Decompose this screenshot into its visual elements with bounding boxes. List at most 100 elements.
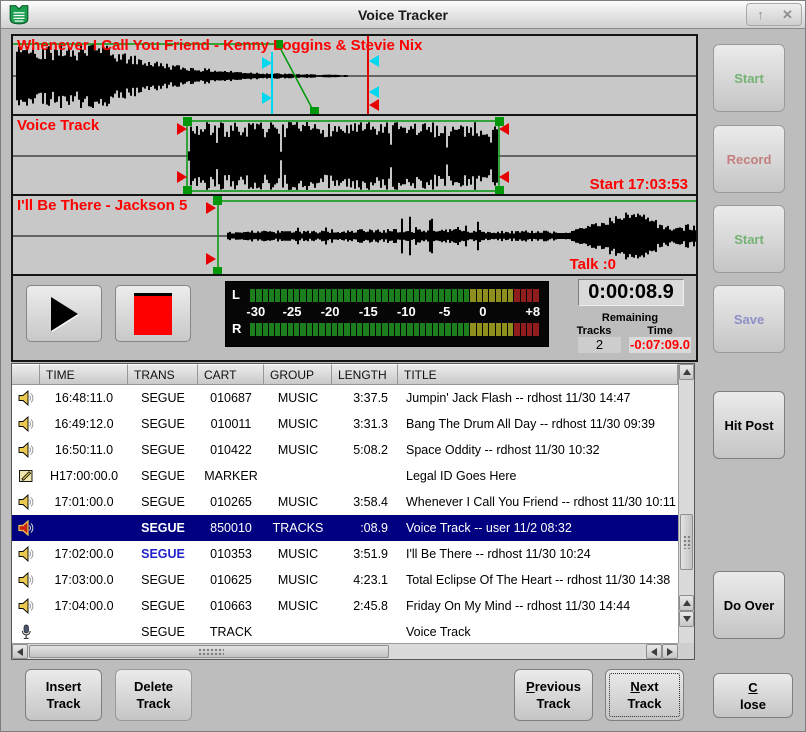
vertical-scrollbar[interactable] [678, 364, 694, 643]
table-row[interactable]: 16:49:12.0 SEGUE 010011 MUSIC 3:31.3 Ban… [12, 411, 678, 437]
row-time: 16:50:11.0 [40, 443, 128, 457]
row-time: H17:00:00.0 [40, 469, 128, 483]
row-length: 3:31.3 [332, 417, 398, 431]
column-header-icon[interactable] [12, 364, 40, 385]
arrow-left-icon [17, 648, 23, 656]
arrow-up-icon [683, 369, 691, 375]
meter-left-label: L [232, 287, 248, 303]
row-group: MUSIC [264, 547, 332, 561]
row-time: 17:04:00.0 [40, 599, 128, 613]
row-trans: SEGUE [128, 521, 198, 535]
meter-left-strip [250, 287, 540, 303]
column-header-title[interactable]: TITLE [398, 364, 678, 385]
do-over-button[interactable]: Do Over [713, 571, 785, 639]
column-header-time[interactable]: TIME [40, 364, 128, 385]
track-waveform-3[interactable]: I'll Be There - Jackson 5 Talk :0 [13, 196, 696, 276]
play-button[interactable] [26, 285, 102, 342]
log-table-header: TIMETRANSCARTGROUPLENGTHTITLE [12, 364, 678, 385]
insert-track-button[interactable]: Insert Track [25, 669, 102, 721]
row-trans: SEGUE [128, 625, 198, 639]
scroll-right-button[interactable] [662, 644, 678, 659]
insert-track-line2: Track [47, 695, 81, 712]
scrollbar-corner [678, 643, 694, 659]
previous-track-line2: Track [537, 695, 571, 712]
time-remaining-value: -0:07:09.0 [629, 337, 691, 353]
horizontal-scrollbar[interactable] [12, 643, 678, 659]
row-title: Jumpin' Jack Flash -- rdhost 11/30 14:47 [398, 391, 678, 405]
delete-track-button[interactable]: Delete Track [115, 669, 192, 721]
table-row[interactable]: 17:04:00.0 SEGUE 010663 MUSIC 2:45.8 Fri… [12, 593, 678, 619]
table-row[interactable]: SEGUE TRACK Voice Track [12, 619, 678, 645]
row-length: 4:23.1 [332, 573, 398, 587]
row-length: 3:58.4 [332, 495, 398, 509]
row-cart: 010265 [198, 495, 264, 509]
row-time: 17:01:00.0 [40, 495, 128, 509]
table-row[interactable]: 17:02:00.0 SEGUE 010353 MUSIC 3:51.9 I'l… [12, 541, 678, 567]
meter-right-label: R [232, 321, 248, 337]
track-waveform-2[interactable]: Voice Track Start 17:03:53 [13, 116, 696, 196]
table-row[interactable]: 16:50:11.0 SEGUE 010422 MUSIC 5:08.2 Spa… [12, 437, 678, 463]
row-trans: SEGUE [128, 547, 198, 561]
row-type-icon [12, 494, 40, 510]
scroll-left-button[interactable] [12, 644, 28, 659]
scroll-left-button-2[interactable] [646, 644, 662, 659]
row-title: Legal ID Goes Here [398, 469, 678, 483]
previous-track-line1: Previous [526, 678, 581, 695]
hit-post-button[interactable]: Hit Post [713, 391, 785, 459]
row-title: Bang The Drum All Day -- rdhost 11/30 09… [398, 417, 678, 431]
row-type-icon [12, 442, 40, 458]
column-header-cart[interactable]: CART [198, 364, 264, 385]
window-title: Voice Tracker [1, 1, 805, 29]
table-row[interactable]: H17:00:00.0 SEGUE MARKER Legal ID Goes H… [12, 463, 678, 489]
scroll-up-button-2[interactable] [679, 595, 694, 611]
start-button-top[interactable]: Start [713, 44, 785, 112]
track-2-title: Voice Track [17, 117, 99, 134]
row-group: MUSIC [264, 417, 332, 431]
next-track-button[interactable]: Next Track [605, 669, 684, 721]
play-icon [51, 297, 78, 331]
scroll-up-button[interactable] [679, 364, 694, 380]
tracks-remaining-value: 2 [578, 337, 621, 353]
table-row[interactable]: 17:01:00.0 SEGUE 010265 MUSIC 3:58.4 Whe… [12, 489, 678, 515]
row-title: Total Eclipse Of The Heart -- rdhost 11/… [398, 573, 678, 587]
row-type-icon [12, 468, 40, 484]
start-button-bottom[interactable]: Start [713, 205, 785, 273]
scroll-down-button[interactable] [679, 611, 694, 627]
horizontal-scroll-thumb[interactable] [29, 645, 389, 658]
track-3-talk-time: Talk :0 [570, 256, 616, 273]
row-time: 17:03:00.0 [40, 573, 128, 587]
row-trans: SEGUE [128, 495, 198, 509]
column-header-trans[interactable]: TRANS [128, 364, 198, 385]
stop-button[interactable] [115, 285, 191, 342]
row-group: MUSIC [264, 443, 332, 457]
row-cart: 010663 [198, 599, 264, 613]
next-track-line1: Next [630, 678, 658, 695]
table-row[interactable]: 16:48:11.0 SEGUE 010687 MUSIC 3:37.5 Jum… [12, 385, 678, 411]
title-bar[interactable]: Voice Tracker ↑ ✕ [1, 1, 805, 29]
log-table: TIMETRANSCARTGROUPLENGTHTITLE 16:48:11.0… [11, 363, 695, 660]
window-controls: ↑ ✕ [746, 3, 802, 26]
arrow-down-icon [683, 616, 691, 622]
previous-track-button[interactable]: Previous Track [514, 669, 593, 721]
shade-icon[interactable]: ↑ [747, 4, 774, 25]
close-icon[interactable]: ✕ [774, 4, 801, 25]
row-group: TRACKS [264, 521, 332, 535]
record-button[interactable]: Record [713, 125, 785, 193]
log-table-body: 16:48:11.0 SEGUE 010687 MUSIC 3:37.5 Jum… [12, 385, 694, 645]
column-header-group[interactable]: GROUP [264, 364, 332, 385]
meter-right-strip [250, 321, 540, 337]
row-time: 17:02:00.0 [40, 547, 128, 561]
vertical-scroll-thumb[interactable] [680, 514, 693, 570]
elapsed-time-display: 0:00:08.9 [578, 279, 684, 306]
track-waveform-1[interactable]: Whenever I Call You Friend - Kenny Loggi… [13, 36, 696, 116]
table-row[interactable]: SEGUE 850010 TRACKS :08.9 Voice Track --… [12, 515, 678, 541]
row-title: Space Oddity -- rdhost 11/30 10:32 [398, 443, 678, 457]
row-trans: SEGUE [128, 443, 198, 457]
save-button[interactable]: Save [713, 285, 785, 353]
close-button[interactable]: Close [713, 673, 793, 718]
column-header-length[interactable]: LENGTH [332, 364, 398, 385]
row-length: 5:08.2 [332, 443, 398, 457]
table-row[interactable]: 17:03:00.0 SEGUE 010625 MUSIC 4:23.1 Tot… [12, 567, 678, 593]
row-cart: TRACK [198, 625, 264, 639]
row-cart: 850010 [198, 521, 264, 535]
